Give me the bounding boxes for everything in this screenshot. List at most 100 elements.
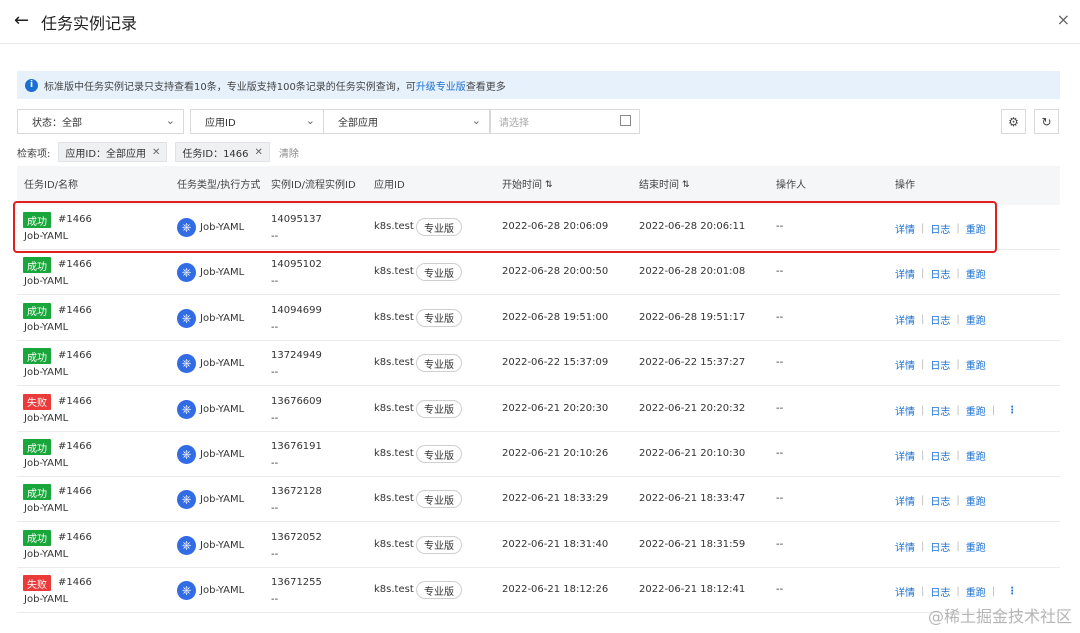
appid-select[interactable]: 应用ID ⌄ [190, 109, 324, 134]
log-link[interactable]: 日志 [930, 357, 950, 372]
log-link[interactable]: 日志 [930, 266, 950, 281]
instance-id: 13724949 [271, 350, 322, 362]
rerun-link[interactable]: 重跑 [966, 403, 986, 418]
end-time: 2022-06-21 18:31:59 [639, 538, 746, 550]
watermark: @稀土掘金技术社区 [927, 607, 1072, 626]
col-start-label: 开始时间 [502, 180, 542, 191]
log-link[interactable]: 日志 [930, 493, 950, 508]
detail-link[interactable]: 详情 [895, 493, 915, 508]
kubernetes-icon: ⎈ [177, 445, 196, 464]
operator: -- [776, 584, 784, 596]
status-badge: 失败 [23, 575, 51, 592]
end-time: 2022-06-21 20:20:32 [639, 402, 746, 414]
upgrade-link[interactable]: 升级专业版 [416, 78, 466, 93]
sort-icon[interactable]: ⇅ [682, 179, 690, 192]
log-link[interactable]: 日志 [930, 539, 950, 554]
edition-tag: 专业版 [416, 490, 462, 509]
rerun-link[interactable]: 重跑 [966, 312, 986, 327]
status-badge: 成功 [23, 529, 51, 546]
detail-link[interactable]: 详情 [895, 403, 915, 418]
table-row: 失败 #1466 Job-YAML ⎈ Job-YAML 13671255 -- k8s.te… [17, 568, 1060, 614]
back-arrow-icon[interactable]: ← [14, 10, 29, 31]
log-link[interactable]: 日志 [930, 584, 950, 599]
appid-select-value: 应用ID [205, 118, 236, 129]
col-start[interactable]: 开始时间 ⇅ [502, 166, 553, 205]
log-link[interactable]: 日志 [930, 448, 950, 463]
col-operator: 操作人 [776, 180, 806, 191]
status-badge: 成功 [23, 302, 51, 319]
edition-tag: 专业版 [416, 354, 462, 373]
close-icon[interactable]: ✕ [255, 147, 263, 158]
close-icon[interactable]: ✕ [152, 147, 160, 158]
col-actions: 操作 [895, 180, 915, 191]
rerun-link[interactable]: 重跑 [966, 584, 986, 599]
close-icon[interactable]: × [1057, 10, 1070, 29]
kubernetes-icon: ⎈ [177, 581, 196, 601]
start-time: 2022-06-21 18:33:29 [502, 493, 609, 505]
operator: -- [776, 448, 784, 459]
rerun-link[interactable]: 重跑 [966, 448, 986, 463]
app-select[interactable]: 全部应用 ⌄ [323, 109, 490, 134]
app-id: k8s.test [374, 448, 414, 459]
flow-instance-id: -- [271, 594, 279, 606]
operator: -- [776, 266, 784, 278]
end-time: 2022-06-21 20:10:30 [639, 448, 746, 459]
col-end[interactable]: 结束时间 ⇅ [639, 166, 690, 205]
clear-button[interactable]: 清除 [279, 145, 299, 160]
rerun-link[interactable]: 重跑 [966, 539, 986, 554]
flow-instance-id: -- [271, 276, 279, 288]
divider: | [956, 313, 960, 325]
detail-link[interactable]: 详情 [895, 357, 915, 372]
refresh-button[interactable]: ↻ [1034, 109, 1059, 134]
search-criteria: 检索项: 应用ID：全部应用 ✕ 任务ID：1466 ✕ 清除 [17, 142, 299, 162]
edition-tag: 专业版 [416, 445, 462, 463]
date-picker[interactable]: 请选择 [490, 109, 640, 134]
flow-instance-id: -- [271, 548, 279, 560]
row-actions: 详情 | 日志 | 重跑 [895, 539, 986, 554]
sort-icon[interactable]: ⇅ [545, 179, 553, 192]
rerun-link[interactable]: 重跑 [966, 493, 986, 508]
start-time: 2022-06-21 20:20:30 [502, 402, 609, 414]
task-type: Job-YAML [200, 403, 245, 415]
log-link[interactable]: 日志 [930, 312, 950, 327]
status-badge: 成功 [23, 257, 51, 274]
flow-instance-id: -- [271, 412, 279, 424]
log-link[interactable]: 日志 [930, 403, 950, 418]
task-name: Job-YAML [24, 594, 69, 606]
start-time: 2022-06-21 18:12:26 [502, 584, 609, 596]
detail-link[interactable]: 详情 [895, 539, 915, 554]
rerun-link[interactable]: 重跑 [966, 357, 986, 372]
col-type: 任务类型/执行方式 [177, 180, 261, 191]
divider: | [956, 359, 960, 371]
operator: -- [776, 493, 784, 505]
kubernetes-icon: ⎈ [177, 399, 196, 419]
app-id: k8s.test [374, 266, 414, 278]
row-actions: 详情 | 日志 | 重跑 [895, 266, 986, 281]
more-icon[interactable]: ⋮ [1007, 586, 1017, 597]
table-row: 失败 #1466 Job-YAML ⎈ Job-YAML 13676609 -- k8s.te… [17, 387, 1060, 432]
status-badge: 成功 [23, 439, 51, 455]
detail-link[interactable]: 详情 [895, 266, 915, 281]
divider: | [956, 404, 960, 416]
rerun-link[interactable]: 重跑 [966, 266, 986, 281]
divider: | [991, 586, 996, 598]
task-id: #1466 [58, 259, 92, 271]
status-select-value: 状态：全部 [32, 118, 82, 129]
task-name: Job-YAML [24, 276, 69, 288]
divider: | [921, 268, 925, 280]
status-select[interactable]: 状态：全部 ⌄ [17, 109, 184, 134]
flow-instance-id: -- [271, 321, 279, 333]
divider: | [921, 450, 925, 461]
end-time: 2022-06-21 18:12:41 [639, 584, 746, 596]
app-id: k8s.test [374, 584, 414, 596]
detail-link[interactable]: 详情 [895, 448, 915, 463]
settings-button[interactable]: ⚙ [1001, 109, 1026, 134]
more-icon[interactable]: ⋮ [1007, 405, 1017, 416]
start-time: 2022-06-28 19:51:00 [502, 311, 609, 323]
divider: | [921, 404, 925, 416]
task-type: Job-YAML [200, 494, 245, 506]
detail-link[interactable]: 详情 [895, 312, 915, 327]
row-actions: 详情 | 日志 | 重跑 [895, 357, 986, 372]
detail-link[interactable]: 详情 [895, 584, 915, 599]
kubernetes-icon: ⎈ [177, 308, 196, 328]
